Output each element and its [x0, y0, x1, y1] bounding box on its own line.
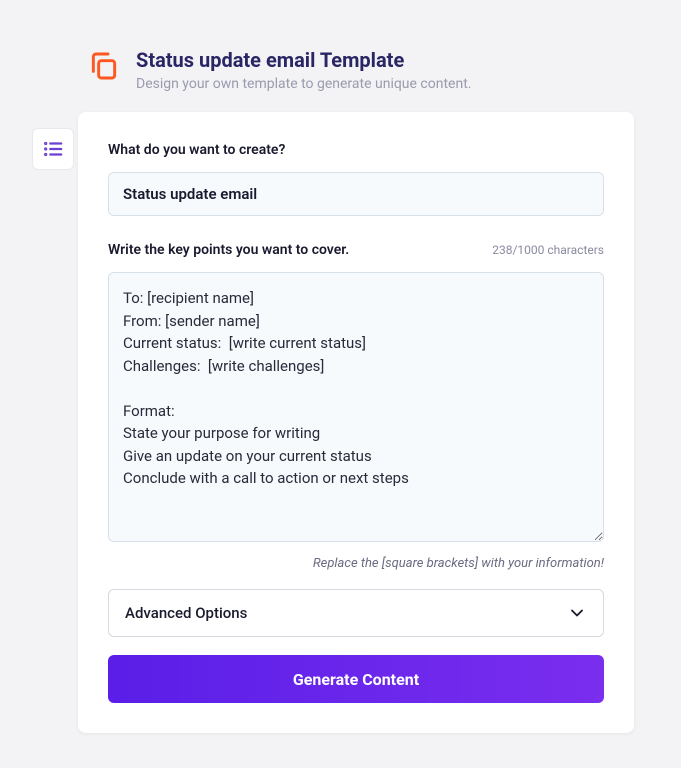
advanced-label: Advanced Options: [125, 604, 247, 622]
char-count: 238/1000 characters: [492, 243, 604, 257]
page-title: Status update email Template: [136, 48, 471, 72]
list-icon: [42, 138, 64, 160]
page-header: Status update email Template Design your…: [0, 0, 681, 92]
sidebar-toggle-button[interactable]: [32, 128, 74, 170]
generate-button[interactable]: Generate Content: [108, 655, 604, 703]
copy-icon: [88, 50, 120, 82]
page-subtitle: Design your own template to generate uni…: [136, 76, 471, 92]
form-card: What do you want to create? Write the ke…: [78, 112, 634, 733]
keypoints-label: Write the key points you want to cover.: [108, 242, 349, 258]
hint-text: Replace the [square brackets] with your …: [108, 556, 604, 571]
create-label: What do you want to create?: [108, 142, 604, 158]
create-input[interactable]: [108, 172, 604, 216]
keypoints-textarea[interactable]: [108, 272, 604, 542]
advanced-options-toggle[interactable]: Advanced Options: [108, 589, 604, 637]
chevron-down-icon: [567, 603, 587, 623]
